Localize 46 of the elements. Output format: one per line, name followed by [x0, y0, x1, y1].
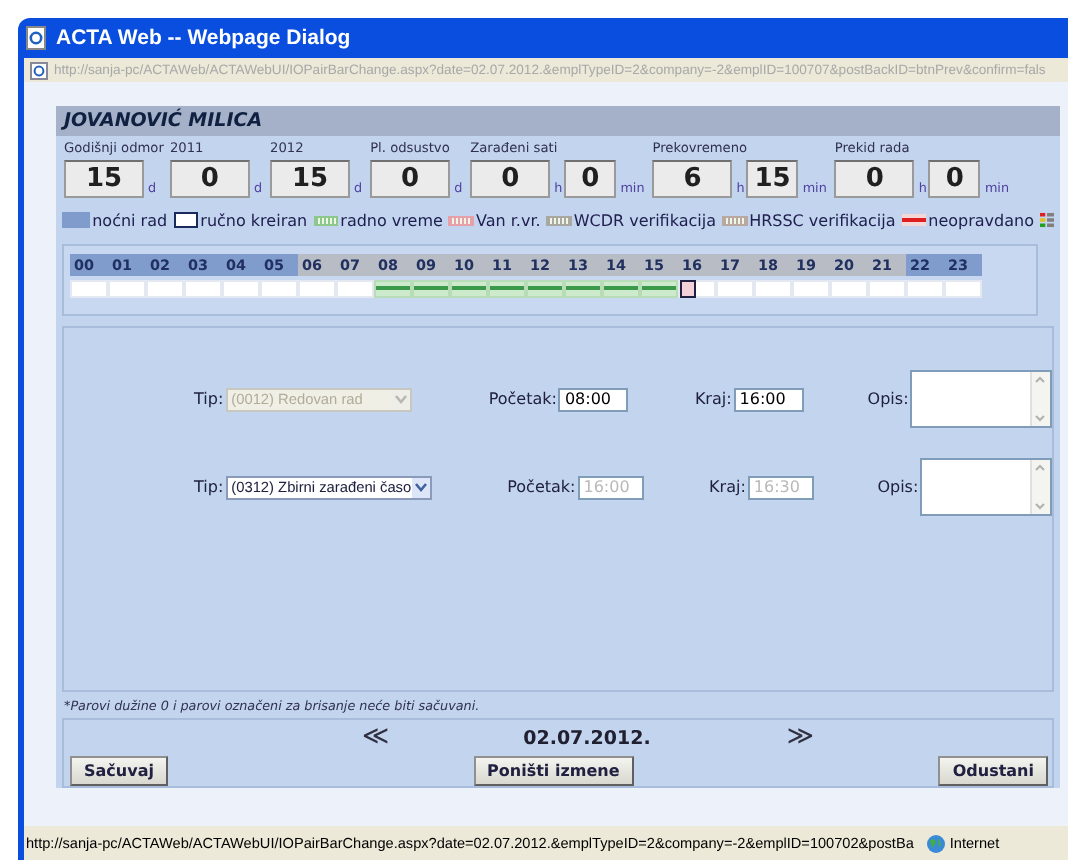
cancel-button[interactable]: Odustani: [938, 756, 1048, 786]
stat-value: 15: [64, 160, 144, 198]
description-field[interactable]: [920, 458, 1052, 517]
manual-entry-marker[interactable]: [680, 279, 696, 298]
legend-label: WCDR verifikacija: [573, 211, 716, 230]
legend-label: ručno kreiran: [200, 211, 308, 230]
stat-value: 0: [470, 160, 551, 198]
end-label: Kraj:: [694, 390, 732, 409]
legend-label: HRSSC verifikacija: [749, 211, 896, 230]
scroll-down-icon[interactable]: [1031, 498, 1048, 515]
end-time-field[interactable]: 16:00: [733, 387, 804, 412]
stat-value: 0: [928, 160, 981, 198]
description-label: Opis:: [867, 390, 909, 409]
scroll-down-icon[interactable]: [1031, 410, 1048, 427]
page-icon: [30, 61, 48, 79]
stat-value: 15: [746, 160, 799, 198]
description-label: Opis:: [877, 478, 919, 497]
description-field[interactable]: [910, 370, 1052, 429]
stat-value: 0: [370, 160, 451, 198]
type-label: Tip:: [194, 478, 224, 497]
legend-label: noćni rad: [92, 211, 168, 230]
window-title: ACTA Web -- Webpage Dialog: [56, 26, 351, 50]
stat-value: 15: [270, 160, 350, 198]
stat-value: 0: [834, 160, 915, 198]
previous-day-link[interactable]: ≪: [362, 726, 390, 750]
type-label: Tip:: [194, 390, 224, 409]
next-day-link[interactable]: ≫: [786, 726, 814, 750]
start-time-field[interactable]: 08:00: [558, 387, 629, 412]
caret-icon: [411, 477, 430, 498]
end-label: Kraj:: [709, 478, 746, 497]
date-label: 02.07.2012.: [523, 727, 651, 749]
employee-name: JOVANOVIĆ MILICA: [56, 106, 1060, 136]
legend-label: neopravdano: [928, 211, 1034, 230]
legend-label: radno vreme: [340, 211, 443, 230]
reset-button[interactable]: Poništi izmene: [473, 756, 634, 786]
color-list-icon: [1039, 212, 1055, 229]
globe-icon: [925, 833, 946, 853]
start-label: Početak:: [488, 390, 557, 409]
stat-value: 6: [652, 160, 733, 198]
hour-slot[interactable]: [678, 279, 716, 298]
page-icon: [26, 26, 48, 50]
legend-label: Van r.vr.: [476, 211, 541, 230]
stat-value: 0: [169, 160, 250, 198]
stat-value: 0: [564, 160, 617, 198]
save-button[interactable]: Sačuvaj: [70, 756, 168, 786]
start-label: Početak:: [507, 478, 576, 497]
